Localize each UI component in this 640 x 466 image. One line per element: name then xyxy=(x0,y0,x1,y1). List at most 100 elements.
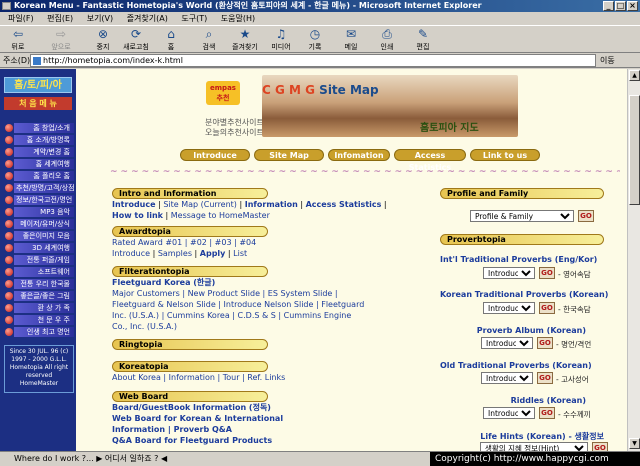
link-board-guestbook[interactable]: Board/GuestBook Information (정독) xyxy=(112,402,271,413)
mail-button[interactable]: ✉ 메일 xyxy=(340,28,362,52)
menu-edit[interactable]: 편집(E) xyxy=(47,14,73,23)
menu-file[interactable]: 파일(F) xyxy=(8,14,34,23)
sidebar-header[interactable]: 처 음 메 뉴 xyxy=(4,97,72,110)
close-button[interactable]: × xyxy=(627,1,638,11)
sidebar-item[interactable]: MP3 음악 xyxy=(4,207,74,217)
refresh-button[interactable]: ⟳ 새로고침 xyxy=(118,28,154,52)
scroll-up-icon[interactable]: ▲ xyxy=(629,70,640,81)
forward-button[interactable]: ⇨ 앞으로 xyxy=(46,28,76,52)
recommend-today-link[interactable]: 오늘의추천사이트 xyxy=(205,127,264,138)
sidebar-item[interactable]: 홈 폴리오 홈 xyxy=(4,171,74,181)
life-hints-go-button[interactable]: GO xyxy=(592,442,608,451)
status-bar: Where do I work ?... ▶ 어디서 일하죠 ? ◀ Copyr… xyxy=(0,451,640,466)
empas-badge[interactable]: empas 추천 xyxy=(206,81,240,105)
menu-tools[interactable]: 도구(T) xyxy=(181,14,207,23)
link-information[interactable]: Information xyxy=(245,200,298,209)
menu-help[interactable]: 도움말(H) xyxy=(221,14,255,23)
proverb-title[interactable]: Int'l Traditional Proverbs (Eng/Kor) xyxy=(440,255,597,264)
address-input[interactable]: http://hometopia.com/index-k.html xyxy=(30,54,596,67)
link-samples[interactable]: Samples xyxy=(158,249,192,258)
vertical-scrollbar[interactable]: ▲ ▼ xyxy=(627,69,640,451)
link-qa-board[interactable]: Q&A Board for Fleetguard Products xyxy=(112,435,272,446)
proverb-go-button[interactable]: GO xyxy=(537,372,553,384)
back-button[interactable]: ⇦ 뒤로 xyxy=(4,28,32,52)
link-how-to-link[interactable]: How to link xyxy=(112,211,163,220)
stop-button[interactable]: ⊗ 중지 xyxy=(92,28,114,52)
section-award-header: Awardtopia xyxy=(112,226,268,237)
history-button[interactable]: ◷ 기록 xyxy=(304,28,326,52)
proverb-select[interactable]: Introduce xyxy=(481,337,533,349)
address-bar: 주소(D) http://hometopia.com/index-k.html … xyxy=(0,53,640,68)
filter-links-row3[interactable]: Fleetguard & Nelson Slide | Introduce Ne… xyxy=(112,299,364,310)
life-hints-select[interactable]: 생활의 지혜 정보(Hint) xyxy=(480,442,588,451)
sidebar-logo[interactable]: 홈/토/피/아 xyxy=(4,77,72,93)
maximize-button[interactable]: □ xyxy=(615,1,626,11)
proverb-select[interactable]: Introduce xyxy=(481,372,533,384)
proverb-go-button[interactable]: GO xyxy=(539,407,555,419)
go-button[interactable]: 이동 xyxy=(600,55,615,66)
menu-favorites[interactable]: 즐겨찾기(A) xyxy=(127,14,168,23)
filter-links-row5[interactable]: Co., Inc. (U.S.A.) xyxy=(112,321,177,332)
proverb-title[interactable]: Riddles (Korean) xyxy=(440,396,586,405)
mail-icon: ✉ xyxy=(345,27,357,41)
profile-select[interactable]: Profile & Family xyxy=(470,210,574,222)
award-links[interactable]: Rated Award #01 | #02 | #03 | #04 xyxy=(112,237,256,248)
nav-site-map[interactable]: Site Map xyxy=(254,149,324,161)
link-list[interactable]: List xyxy=(233,249,247,258)
nav-infomation[interactable]: Infomation xyxy=(328,149,390,161)
media-button[interactable]: ♫ 미디어 xyxy=(266,28,296,52)
sidebar-item[interactable]: 좋은글/좋은 그림 xyxy=(4,291,74,301)
filter-links-row4[interactable]: Inc. (U.S.A.) | Cummins Korea | C.D.S & … xyxy=(112,310,351,321)
korea-links[interactable]: About Korea | Information | Tour | Ref. … xyxy=(112,372,285,383)
scroll-down-icon[interactable]: ▼ xyxy=(629,438,640,449)
link-fleetguard-korea[interactable]: Fleetguard Korea (한글) xyxy=(112,277,215,288)
proverb-go-button[interactable]: GO xyxy=(537,337,553,349)
proverb-select[interactable]: Introduce xyxy=(483,407,535,419)
proverb-title[interactable]: Korean Traditional Proverbs (Korean) xyxy=(440,290,608,299)
sidebar-item[interactable]: 홈 세계여행 xyxy=(4,159,74,169)
sidebar-item[interactable]: 좋은이미지 모음 xyxy=(4,231,74,241)
sidebar-item[interactable]: 추천/방명/고객/상점 xyxy=(4,183,74,193)
sidebar-item[interactable]: 3D 세계여행 xyxy=(4,243,74,253)
minimize-button[interactable]: _ xyxy=(603,1,614,11)
sidebar-item[interactable]: 인생 최고 명언 xyxy=(4,327,74,337)
proverb-select[interactable]: Introduce xyxy=(483,302,535,314)
sidebar-item[interactable]: 홈 창업/소개 xyxy=(4,123,74,133)
nav-introduce[interactable]: Introduce xyxy=(180,149,250,161)
search-button[interactable]: ⌕ 검색 xyxy=(198,28,220,52)
scroll-thumb[interactable] xyxy=(629,95,640,205)
menu-view[interactable]: 보기(V) xyxy=(87,14,113,23)
proverb-select[interactable]: Introduce xyxy=(483,267,535,279)
profile-go-button[interactable]: GO xyxy=(578,210,594,222)
filter-links-row2[interactable]: Major Customers | New Product Slide | ES… xyxy=(112,288,338,299)
sidebar-item[interactable]: 정보/한국고전/명언 xyxy=(4,195,74,205)
link-web-board[interactable]: Web Board for Korean & International xyxy=(112,413,283,424)
proverb-title[interactable]: Old Traditional Proverbs (Korean) xyxy=(440,361,592,370)
proverb-go-button[interactable]: GO xyxy=(539,267,555,279)
link-message-homemaster[interactable]: Message to HomeMaster xyxy=(171,211,270,220)
sidebar-item[interactable]: 계약/변경 홈 xyxy=(4,147,74,157)
link-site-map[interactable]: Site Map (Current) xyxy=(163,200,237,209)
sidebar-item[interactable]: 소프트웨어 xyxy=(4,267,74,277)
section-filter-header: Filterationtopia xyxy=(112,266,268,277)
sidebar-item[interactable]: 전통 우리 한국물 xyxy=(4,279,74,289)
link-apply[interactable]: Apply xyxy=(200,249,226,258)
print-button[interactable]: ⎙ 인쇄 xyxy=(376,28,398,52)
home-button[interactable]: ⌂ 홈 xyxy=(160,28,182,52)
nav-link-to-us[interactable]: Link to us xyxy=(470,149,540,161)
favorites-button[interactable]: ★ 즐겨찾기 xyxy=(226,28,264,52)
link-introduce[interactable]: Introduce xyxy=(112,200,156,209)
sidebar-item[interactable]: 천 문 우 주 xyxy=(4,315,74,325)
proverb-title[interactable]: Proverb Album (Korean) xyxy=(440,326,586,335)
nav-access-statistics[interactable]: Access Statistics xyxy=(394,149,466,172)
sidebar-item[interactable]: 환 상 가 족 xyxy=(4,303,74,313)
edit-button[interactable]: ✎ 편집 xyxy=(412,28,434,52)
sidebar-item[interactable]: 메이저/유머/상식 xyxy=(4,219,74,229)
proverb-title[interactable]: Life Hints (Korean) - 생활정보 xyxy=(440,431,604,442)
sidebar-item[interactable]: 전통 퍼즐/게임 xyxy=(4,255,74,265)
link-access-statistics[interactable]: Access Statistics xyxy=(306,200,382,209)
proverb-go-button[interactable]: GO xyxy=(539,302,555,314)
link-award-introduce[interactable]: Introduce xyxy=(112,249,150,258)
sidebar-item[interactable]: 홈 소개/방명록 xyxy=(4,135,74,145)
link-information-proverb[interactable]: Information | Proverb Q&A xyxy=(112,424,232,435)
